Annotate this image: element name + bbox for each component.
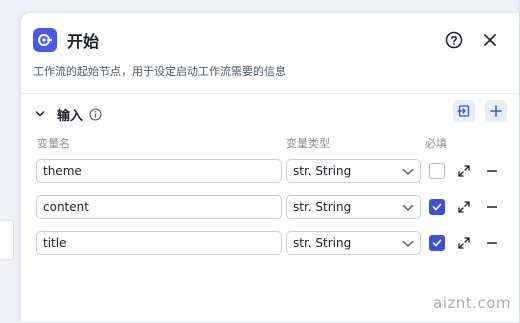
required-checkbox[interactable] — [429, 235, 445, 251]
header-actions — [443, 29, 501, 51]
add-variable-button[interactable] — [485, 100, 507, 122]
import-icon — [457, 105, 470, 117]
variable-type-value: str. String — [293, 200, 352, 214]
variable-name-input[interactable]: content — [36, 195, 282, 219]
start-node-panel: 开始 工作流的起始节点，用于设定启动工作流需要的信息 输入 变量名 变量类型 必… — [20, 12, 519, 323]
panel-title: 开始 — [67, 32, 100, 51]
input-section-actions — [453, 100, 507, 122]
start-node-icon — [33, 28, 57, 52]
expand-icon[interactable] — [457, 236, 471, 250]
canvas-node-partial[interactable] — [0, 220, 14, 260]
close-icon[interactable] — [479, 29, 501, 51]
column-header-required: 必填 — [425, 137, 447, 150]
check-icon — [432, 203, 442, 211]
variable-name-input[interactable]: title — [36, 231, 282, 255]
plus-icon — [490, 105, 502, 117]
divider — [21, 93, 519, 94]
chevron-down-icon — [402, 204, 414, 211]
help-icon[interactable] — [443, 29, 465, 51]
expand-icon[interactable] — [457, 164, 471, 178]
panel-description: 工作流的起始节点，用于设定启动工作流需要的信息 — [33, 65, 286, 78]
info-icon[interactable] — [89, 107, 102, 121]
remove-variable-button[interactable] — [487, 242, 497, 244]
expand-icon[interactable] — [457, 200, 471, 214]
column-header-type: 变量类型 — [286, 137, 330, 150]
import-button[interactable] — [453, 100, 475, 122]
variable-type-select[interactable]: str. String — [286, 231, 421, 255]
variable-row: content str. String — [21, 195, 519, 219]
panel-header: 开始 — [33, 27, 99, 53]
variable-type-value: str. String — [293, 236, 352, 250]
required-checkbox[interactable] — [429, 163, 445, 179]
variable-type-value: str. String — [293, 164, 352, 178]
variable-row: title str. String — [21, 231, 519, 255]
variable-type-select[interactable]: str. String — [286, 159, 421, 183]
required-checkbox[interactable] — [429, 199, 445, 215]
variable-type-select[interactable]: str. String — [286, 195, 421, 219]
check-icon — [432, 239, 442, 247]
variable-name-input[interactable]: theme — [36, 159, 282, 183]
input-section-header[interactable]: 输入 — [35, 103, 102, 125]
chevron-down-icon — [402, 168, 414, 175]
chevron-down-icon[interactable] — [35, 109, 45, 119]
remove-variable-button[interactable] — [487, 206, 497, 208]
column-header-name: 变量名 — [37, 137, 70, 150]
variable-row: theme str. String — [21, 159, 519, 183]
watermark: aiznt.com — [433, 294, 511, 312]
remove-variable-button[interactable] — [487, 170, 497, 172]
input-section-title: 输入 — [57, 108, 84, 124]
chevron-down-icon — [402, 240, 414, 247]
